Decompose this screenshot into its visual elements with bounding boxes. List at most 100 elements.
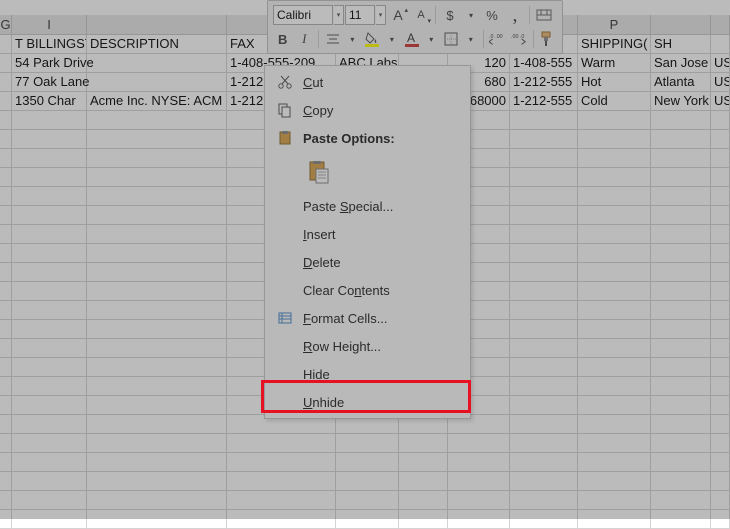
cell[interactable] xyxy=(510,320,578,339)
cell[interactable] xyxy=(227,434,336,453)
menu-paste-special[interactable]: Paste Special... xyxy=(265,192,470,220)
cell[interactable] xyxy=(711,396,730,415)
cell[interactable] xyxy=(711,187,730,206)
cell[interactable] xyxy=(711,263,730,282)
cell[interactable] xyxy=(578,396,651,415)
cell[interactable] xyxy=(578,130,651,149)
cell[interactable] xyxy=(651,130,711,149)
cell[interactable] xyxy=(711,472,730,491)
cell[interactable] xyxy=(510,377,578,396)
cell[interactable] xyxy=(0,187,12,206)
cell[interactable] xyxy=(87,206,227,225)
cell[interactable] xyxy=(87,187,227,206)
cell[interactable]: 1-408-555 xyxy=(510,54,578,73)
cell[interactable] xyxy=(12,301,87,320)
cell[interactable] xyxy=(711,130,730,149)
cell[interactable] xyxy=(12,339,87,358)
cell[interactable] xyxy=(87,168,227,187)
cell[interactable] xyxy=(510,301,578,320)
cell[interactable]: 1-212-555 xyxy=(510,92,578,111)
cell[interactable]: Atlanta xyxy=(651,73,711,92)
accounting-dropdown[interactable]: ▾ xyxy=(462,4,480,26)
cell[interactable] xyxy=(227,491,336,510)
cell[interactable] xyxy=(448,472,510,491)
cell[interactable] xyxy=(0,225,12,244)
accounting-format-button[interactable]: $ xyxy=(439,4,461,26)
menu-unhide[interactable]: Unhide xyxy=(265,388,470,416)
cell[interactable] xyxy=(578,415,651,434)
cell[interactable] xyxy=(0,149,12,168)
cell[interactable] xyxy=(12,168,87,187)
cell[interactable] xyxy=(399,510,448,529)
cell[interactable] xyxy=(711,225,730,244)
align-center-button[interactable] xyxy=(323,28,343,50)
cell[interactable] xyxy=(87,339,227,358)
cell[interactable] xyxy=(578,472,651,491)
percent-format-button[interactable]: % xyxy=(481,4,503,26)
cell[interactable] xyxy=(0,301,12,320)
cell[interactable] xyxy=(651,187,711,206)
cell[interactable] xyxy=(0,491,12,510)
cell[interactable] xyxy=(448,510,510,529)
cell[interactable] xyxy=(87,301,227,320)
cell[interactable] xyxy=(711,453,730,472)
cell[interactable] xyxy=(578,320,651,339)
menu-format-cells[interactable]: Format Cells... xyxy=(265,304,470,332)
decrease-decimal-button[interactable]: .00.0 xyxy=(509,28,529,50)
col-header-J[interactable] xyxy=(87,15,227,35)
align-dropdown[interactable]: ▾ xyxy=(344,28,360,50)
cell[interactable] xyxy=(711,206,730,225)
col-header-P[interactable]: P xyxy=(578,15,651,35)
cell[interactable] xyxy=(711,244,730,263)
cell[interactable] xyxy=(711,35,730,54)
cell[interactable] xyxy=(651,149,711,168)
cell[interactable]: Hot xyxy=(578,73,651,92)
cell[interactable] xyxy=(336,491,399,510)
cell[interactable] xyxy=(711,339,730,358)
cell[interactable] xyxy=(651,111,711,130)
cell[interactable] xyxy=(651,510,711,529)
cell[interactable] xyxy=(87,491,227,510)
cell[interactable] xyxy=(578,282,651,301)
cell[interactable] xyxy=(0,130,12,149)
cell[interactable] xyxy=(651,396,711,415)
cell[interactable] xyxy=(510,491,578,510)
cell[interactable] xyxy=(0,320,12,339)
cell[interactable] xyxy=(87,130,227,149)
cell[interactable] xyxy=(0,358,12,377)
cell[interactable] xyxy=(87,282,227,301)
cell[interactable] xyxy=(87,396,227,415)
decrease-font-button[interactable]: A▾ xyxy=(410,4,432,26)
cell[interactable] xyxy=(87,434,227,453)
cell[interactable] xyxy=(87,149,227,168)
cell[interactable]: 1350 Char xyxy=(12,92,87,111)
cell[interactable] xyxy=(12,263,87,282)
cell[interactable] xyxy=(510,434,578,453)
cell[interactable] xyxy=(578,244,651,263)
cell[interactable] xyxy=(578,358,651,377)
cell[interactable] xyxy=(227,472,336,491)
cell[interactable] xyxy=(651,225,711,244)
cell[interactable] xyxy=(711,491,730,510)
italic-button[interactable]: I xyxy=(295,28,315,50)
increase-font-button[interactable]: A▴ xyxy=(387,4,409,26)
cell[interactable]: US xyxy=(711,54,730,73)
cell[interactable] xyxy=(399,453,448,472)
cell[interactable] xyxy=(651,263,711,282)
cell[interactable] xyxy=(578,339,651,358)
cell[interactable] xyxy=(0,263,12,282)
menu-copy[interactable]: Copy xyxy=(265,96,470,124)
cell[interactable] xyxy=(711,415,730,434)
cell[interactable] xyxy=(510,206,578,225)
cell[interactable] xyxy=(651,282,711,301)
cell[interactable] xyxy=(510,282,578,301)
cell[interactable] xyxy=(510,149,578,168)
format-painter-button[interactable] xyxy=(537,28,557,50)
font-color-dropdown[interactable]: ▾ xyxy=(423,28,439,50)
cell[interactable] xyxy=(651,320,711,339)
font-name-combo[interactable]: Calibri xyxy=(273,5,333,25)
cell[interactable] xyxy=(12,187,87,206)
cell[interactable] xyxy=(578,301,651,320)
cell[interactable] xyxy=(399,472,448,491)
cell[interactable] xyxy=(651,491,711,510)
